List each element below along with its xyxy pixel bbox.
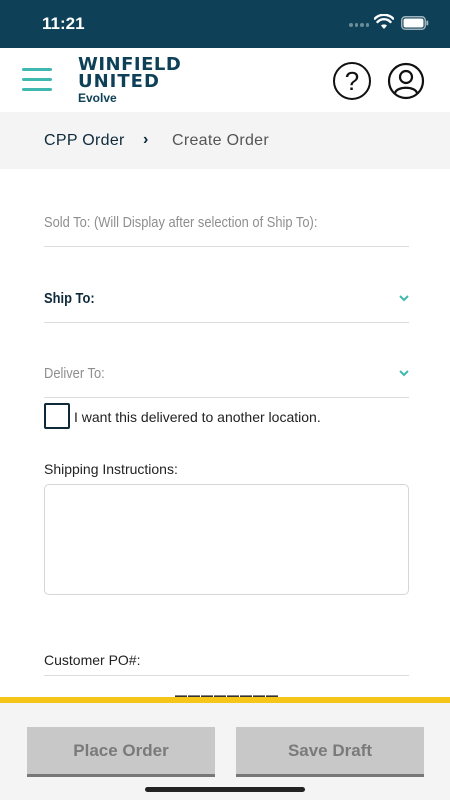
breadcrumb-cpp-order[interactable]: CPP Order xyxy=(44,132,125,150)
footer-actions: Place Order Save Draft xyxy=(0,703,450,800)
logo-line3: Evolve xyxy=(78,91,117,105)
clipped-content: ▬▬▬▬▬▬▬▬ xyxy=(175,690,279,697)
deliver-to-dropdown[interactable]: Deliver To: xyxy=(44,351,409,398)
ship-to-dropdown[interactable]: Ship To: xyxy=(44,276,409,323)
wifi-icon xyxy=(374,14,394,29)
chevron-down-icon xyxy=(399,370,409,377)
breadcrumb: CPP Order › Create Order xyxy=(0,112,450,169)
status-bar: 11:21 xyxy=(0,0,450,48)
breadcrumb-create-order: Create Order xyxy=(172,132,269,149)
ship-to-label: Ship To: xyxy=(44,290,95,307)
deliver-elsewhere-checkbox[interactable] xyxy=(44,403,70,429)
winfield-united-logo: WINFIELD UNITED Evolve xyxy=(78,56,198,106)
shipping-instructions-input[interactable] xyxy=(44,484,409,595)
app-header: WINFIELD UNITED Evolve ? xyxy=(0,48,450,112)
logo-line2: UNITED xyxy=(78,71,160,92)
deliver-to-label: Deliver To: xyxy=(44,365,105,382)
customer-po-label: Customer PO#: xyxy=(44,652,141,668)
home-indicator[interactable] xyxy=(145,787,305,792)
status-time: 11:21 xyxy=(42,14,85,33)
place-order-button[interactable]: Place Order xyxy=(27,727,215,777)
chevron-right-icon: › xyxy=(143,131,149,148)
profile-icon[interactable] xyxy=(387,62,425,100)
customer-po-input[interactable] xyxy=(44,675,409,676)
sold-to-field: Sold To: (Will Display after selection o… xyxy=(44,200,409,247)
sold-to-label: Sold To: (Will Display after selection o… xyxy=(44,214,318,231)
shipping-instructions-label: Shipping Instructions: xyxy=(44,461,178,477)
battery-icon xyxy=(401,16,429,30)
save-draft-button[interactable]: Save Draft xyxy=(236,727,424,777)
cellular-signal-icon xyxy=(349,23,369,29)
chevron-down-icon xyxy=(399,295,409,302)
menu-icon[interactable] xyxy=(22,68,52,92)
deliver-elsewhere-label: I want this delivered to another locatio… xyxy=(74,409,321,425)
help-icon[interactable]: ? xyxy=(333,62,371,100)
help-symbol: ? xyxy=(344,65,360,96)
